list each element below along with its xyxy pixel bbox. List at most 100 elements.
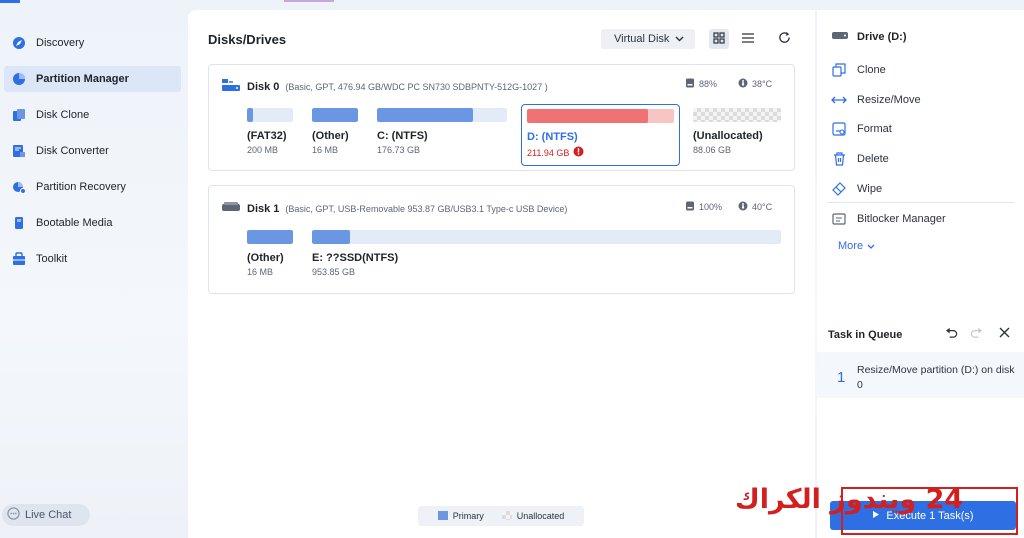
delete-action[interactable]: Delete (831, 151, 889, 167)
legend-primary-swatch (437, 511, 448, 520)
wipe-label: Wipe (857, 183, 883, 195)
thermometer-icon (738, 78, 748, 90)
partition-usage-fill (377, 108, 474, 122)
list-view-icon (742, 32, 754, 47)
refresh-button[interactable] (774, 29, 794, 49)
format-icon (831, 121, 847, 137)
list-view-button[interactable] (738, 29, 758, 49)
sidebar-item-label: Disk Clone (36, 109, 90, 121)
partition-size: 211.94 GB (527, 147, 570, 158)
trash-icon (831, 151, 847, 167)
sidebar-item-label: Partition Manager (36, 73, 129, 85)
divider (827, 202, 1014, 203)
queue-item-text: Resize/Move partition (D:) on disk 0 (857, 364, 1015, 391)
disk-description: (Basic, GPT, 476.94 GB/WDC PC SN730 SDBP… (285, 81, 548, 92)
partition-usage-bar (312, 230, 781, 244)
delete-label: Delete (857, 153, 889, 165)
more-button[interactable]: More (838, 240, 875, 252)
disk-card-1[interactable]: Disk 1 (Basic, GPT, USB-Removable 953.87… (208, 185, 795, 294)
partition-label: (FAT32) (247, 130, 287, 142)
partition-e[interactable]: E: ??SSD(NTFS) 953.85 GB (312, 230, 781, 277)
bitlocker-label: Bitlocker Manager (857, 213, 946, 225)
partition-unallocated[interactable]: (Unallocated) 88.06 GB (693, 108, 781, 155)
queue-item-number: 1 (837, 369, 846, 386)
legend-unallocated: Unallocated (501, 511, 565, 521)
drive-title-label: Drive (D:) (857, 31, 907, 43)
top-accent-line (0, 0, 20, 3)
refresh-icon (778, 31, 791, 47)
partition-usage-bar (377, 108, 507, 122)
bitlocker-manager-action[interactable]: Bitlocker Manager (831, 211, 946, 227)
disk-header: Disk 1 (Basic, GPT, USB-Removable 953.87… (221, 201, 567, 216)
resize-move-action[interactable]: Resize/Move (831, 92, 921, 108)
sidebar-item-partition-manager[interactable]: Partition Manager (4, 66, 181, 92)
format-action[interactable]: Format (831, 121, 892, 137)
live-chat-label: Live Chat (25, 509, 72, 521)
partition-usage-bar (527, 109, 674, 123)
sidebar-item-bootable-media[interactable]: Bootable Media (4, 210, 181, 236)
drive-title: Drive (D:) (831, 30, 907, 44)
partition-label: (Unallocated) (693, 130, 763, 142)
live-chat-button[interactable]: Live Chat (2, 504, 90, 526)
partition-other[interactable]: (Other) 16 MB (247, 230, 293, 277)
partition-usage-fill (312, 108, 358, 122)
legend-primary-label: Primary (452, 511, 484, 521)
redo-button[interactable] (967, 325, 985, 343)
sidebar-item-label: Toolkit (36, 253, 68, 265)
clone-icon (831, 62, 847, 78)
operations-panel: Drive (D:) Clone Resize/Move Format Dele… (817, 10, 1024, 538)
virtual-disk-select[interactable]: Virtual Disk (601, 29, 695, 49)
sidebar-item-disk-converter[interactable]: Disk Converter (4, 138, 181, 164)
health-value: 88% (699, 79, 718, 89)
drive-icon (831, 30, 849, 44)
legend-unallocated-label: Unallocated (516, 511, 565, 521)
watermark-text: 24 ويندوز الكراك (735, 484, 964, 515)
clone-label: Clone (857, 64, 886, 76)
sidebar-item-label: Bootable Media (36, 217, 113, 229)
chevron-down-icon (867, 240, 875, 252)
partition-size: 16 MB (312, 145, 339, 155)
grid-view-button[interactable] (709, 29, 729, 49)
queue-item[interactable]: 1 Resize/Move partition (D:) on disk 0 (817, 352, 1024, 398)
clone-action[interactable]: Clone (831, 62, 886, 78)
legend-unallocated-swatch (501, 511, 512, 520)
chat-icon (7, 507, 20, 523)
sidebar-item-disk-clone[interactable]: Disk Clone (4, 102, 181, 128)
disk-converter-icon (11, 144, 26, 159)
close-queue-button[interactable] (995, 325, 1013, 343)
page-title: Disks/Drives (208, 32, 287, 47)
partition-usage-bar (247, 108, 293, 122)
warning-icon (573, 146, 584, 159)
wipe-action[interactable]: Wipe (831, 181, 882, 197)
partition-label: C: (NTFS) (377, 130, 428, 142)
virtual-disk-select-value: Virtual Disk (614, 33, 670, 45)
partition-size: 200 MB (247, 145, 279, 155)
partition-usage-fill (247, 108, 253, 122)
sidebar-item-label: Partition Recovery (36, 181, 126, 193)
undo-button[interactable] (942, 325, 960, 343)
health-disk-icon (685, 201, 695, 213)
partition-fat32[interactable]: (FAT32) 200 MB (247, 108, 293, 155)
disk-card-0[interactable]: Disk 0 (Basic, GPT, 476.94 GB/WDC PC SN7… (208, 64, 795, 171)
disk-name: Disk 1 (247, 202, 280, 215)
disk-temperature: 40°C (738, 201, 772, 213)
partition-size: 953.85 GB (312, 267, 356, 277)
sidebar-item-toolkit[interactable]: Toolkit (4, 246, 181, 272)
bootable-media-icon (11, 216, 26, 231)
toolkit-icon (11, 252, 26, 267)
partition-other[interactable]: (Other) 16 MB (312, 108, 358, 155)
sidebar-item-partition-recovery[interactable]: Partition Recovery (4, 174, 181, 200)
partition-c[interactable]: C: (NTFS) 176.73 GB (377, 108, 507, 155)
partition-usage-bar (312, 108, 358, 122)
partition-d[interactable]: D: (NTFS) 211.94 GB (521, 104, 680, 166)
partition-label: E: ??SSD(NTFS) (312, 252, 399, 264)
sidebar-item-discovery[interactable]: Discovery (4, 30, 181, 56)
main-panel: Disks/Drives Virtual Disk Disk 0 (Basic,… (188, 10, 815, 538)
sidebar-item-label: Discovery (36, 37, 85, 49)
partition-usage-fill (312, 230, 350, 244)
health-disk-icon (685, 78, 695, 90)
disk-clone-icon (11, 108, 26, 123)
partition-usage-bar (247, 230, 293, 244)
format-label: Format (857, 123, 892, 135)
disk-temperature: 38°C (738, 78, 772, 90)
